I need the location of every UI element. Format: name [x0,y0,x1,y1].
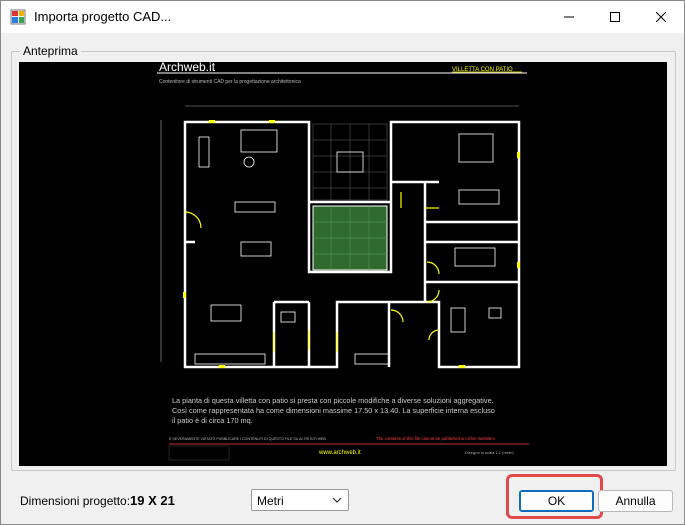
window-title: Importa progetto CAD... [34,9,172,24]
drawing-footer-scale: Disegno in scala 1:1 (metri) [465,450,514,455]
drawing-description-3: il patio è di circa 170 mq. [172,416,253,425]
chevron-down-icon [332,497,342,503]
ok-button[interactable]: OK [519,490,594,512]
maximize-icon [610,12,620,22]
cad-drawing: Archweb.it VILLETTA CON PATIO Contenitor… [157,62,529,461]
drawing-description-2: Così come rappresentata ha come dimensio… [172,406,495,415]
drawing-brand: Archweb.it [159,62,216,74]
drawing-legal-left: È SEVERAMENTE VIETATO PUBBLICARE I CONTE… [169,436,326,441]
dimensions-label: Dimensioni progetto: [20,494,131,508]
cancel-button[interactable]: Annulla [598,490,673,512]
preview-group-label: Anteprima [20,44,81,58]
dimensions-value: 19 X 21 [130,493,175,508]
close-icon [656,12,666,22]
minimize-icon [564,16,574,18]
maximize-button[interactable] [592,1,638,33]
minimize-button[interactable] [546,1,592,33]
close-button[interactable] [638,1,684,33]
drawing-description-1: La pianta di questa villetta con patio s… [172,396,494,405]
title-bar[interactable]: Importa progetto CAD... [1,1,684,33]
drawing-legal-right: The contents of this file cannot be publ… [376,436,495,441]
import-dialog: Importa progetto CAD... Anteprima Archwe… [0,0,685,525]
unit-select[interactable]: Metri [251,489,349,511]
drawing-footer-url: www.archweb.it [318,450,361,456]
drawing-subtitle: Contenitore di strumenti CAD per la prog… [159,79,301,85]
unit-select-value: Metri [257,494,284,508]
cad-preview: Archweb.it VILLETTA CON PATIO Contenitor… [19,62,667,466]
app-icon [10,9,26,25]
